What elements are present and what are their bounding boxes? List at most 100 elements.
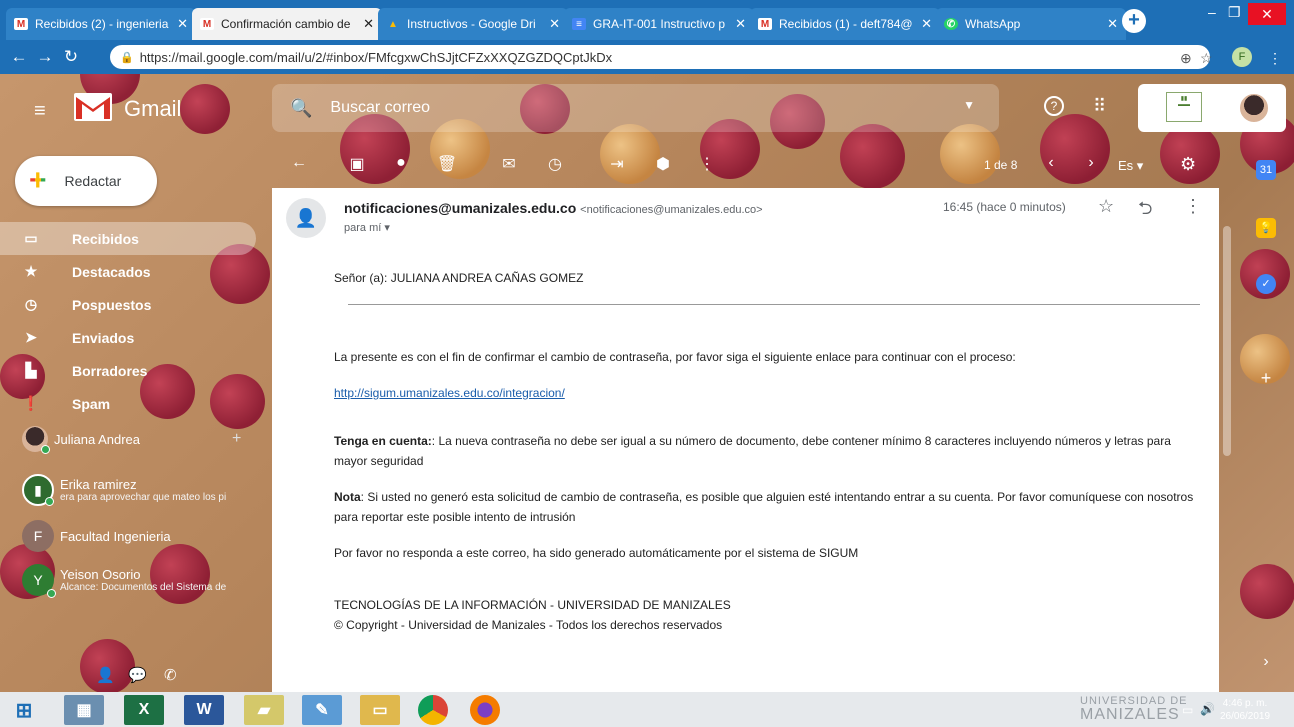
maximize-icon[interactable]: ❐ [1228,4,1241,21]
window-close-button[interactable]: ✕ [1248,3,1286,25]
sender-email: <notificaciones@umanizales.edu.co> [580,204,763,216]
close-icon[interactable]: ✕ [177,16,188,32]
close-icon[interactable]: ✕ [363,16,374,32]
forward-icon[interactable]: → [32,47,58,67]
mark-unread-icon[interactable]: ✉ [498,154,520,176]
recipient-details[interactable]: para mí ▾ [344,221,390,234]
label-icon[interactable]: ⬢ [652,154,674,176]
settings-gear-icon[interactable]: ⚙ [1180,154,1196,175]
contacts-icon[interactable]: 👤 [96,666,115,684]
apps-grid-icon[interactable]: ⠿ [1093,96,1106,117]
star-message-icon[interactable]: ☆ [1098,196,1114,217]
network-icon[interactable]: ▭ [1182,703,1193,717]
main-menu-icon[interactable]: ≡ [34,100,54,123]
help-icon[interactable]: ? [1044,96,1064,116]
file-explorer-icon[interactable]: ▭ [360,695,400,725]
newer-icon[interactable]: ‹ [1040,154,1062,176]
sidebar-item-inbox[interactable]: ▭ Recibidos [0,222,256,255]
sender-line: notificaciones@umanizales.edu.co <notifi… [344,200,763,216]
tab-gra-it-001[interactable]: ≡ GRA-IT-001 Instructivo p ✕ [564,8,754,40]
more-actions-icon[interactable]: ⋮ [696,154,718,176]
avatar-initial: F [33,528,43,544]
calendar-icon[interactable]: 31 [1256,160,1276,180]
paragraph-auto: Por favor no responda a este correo, ha … [334,546,859,560]
delete-icon[interactable]: 🗑 [436,154,458,176]
back-to-inbox-icon[interactable]: ← [288,154,310,176]
chat-contact[interactable]: F Facultad Ingenieria [22,520,171,552]
chrome-icon[interactable] [418,695,448,725]
chrome-menu-icon[interactable]: ⋮ [1268,50,1282,67]
zoom-icon[interactable]: ⊕ [1180,50,1192,67]
new-tab-button[interactable]: + [1122,9,1146,33]
tab-recibidos-ingenieria[interactable]: M Recibidos (2) - ingenieria ✕ [6,8,196,40]
university-logo: ▮▮ ▬▬ [1166,92,1202,122]
sidebar-item-snoozed[interactable]: ◷ Pospuestos [0,288,256,321]
chat-contact[interactable]: Juliana Andrea + [22,426,241,454]
search-options-icon[interactable]: ▼ [963,98,975,112]
hangouts-icon[interactable]: 💬 [128,666,147,684]
compose-plus-icon: + [29,164,47,197]
url-text: https://mail.google.com/mail/u/2/#inbox/… [139,49,613,65]
excel-icon[interactable]: X [124,695,164,725]
gmail-logo [74,93,112,121]
tab-recibidos-deft[interactable]: M Recibidos (1) - deft784@ ✕ [750,8,940,40]
message-more-icon[interactable]: ⋮ [1184,196,1202,217]
tab-whatsapp[interactable]: ✆ WhatsApp ✕ [936,8,1126,40]
search-icon[interactable]: 🔍 [290,98,312,119]
calculator-icon[interactable]: ▦ [64,695,104,725]
tab-confirmacion[interactable]: M Confirmación cambio de ✕ [192,8,382,40]
notepad-icon[interactable]: ✎ [302,695,342,725]
older-icon[interactable]: › [1080,154,1102,176]
tasks-icon[interactable]: ✓ [1256,274,1276,294]
url-field[interactable]: 🔒 https://mail.google.com/mail/u/2/#inbo… [110,45,1210,69]
volume-icon[interactable]: 🔊 [1200,702,1215,716]
chat-contact[interactable]: ▮ Erika ramirez era para aprovechar que … [22,474,226,506]
tab-instructivos-drive[interactable]: ▲ Instructivos - Google Dri ✕ [378,8,568,40]
word-icon[interactable]: W [184,695,224,725]
pagination-count: 1 de 8 [984,158,1018,172]
integration-link[interactable]: http://sigum.umanizales.edu.co/integraci… [334,386,565,400]
chat-contact-name: Facultad Ingenieria [60,528,171,544]
note-security-label: Nota [334,490,361,504]
account-avatar[interactable] [1238,92,1270,124]
close-icon[interactable]: ✕ [1107,16,1118,32]
back-icon[interactable]: ← [6,47,32,67]
windows-start-icon[interactable]: ⊞ [4,695,44,725]
reply-icon[interactable]: ⮌ [1138,196,1152,226]
move-to-icon[interactable]: ⇥ [606,154,628,176]
chat-contact[interactable]: Y Yeison Osorio Alcance: Documentos del … [22,564,226,598]
clock-date: 26/06/2019 [1220,711,1271,722]
keep-icon[interactable]: 💡 [1256,218,1276,238]
account-card[interactable]: ▮▮ ▬▬ [1138,84,1286,132]
divider [348,304,1200,305]
archive-icon[interactable]: ▣ [346,154,368,176]
reload-icon[interactable]: ↻ [58,47,84,67]
tab-title: Recibidos (2) - ingenieria [35,17,169,31]
search-input[interactable]: 🔍 Buscar correo ▼ [272,84,999,132]
close-icon[interactable]: ✕ [549,16,560,32]
phone-icon[interactable]: ✆ [164,666,177,684]
sticky-notes-icon[interactable]: ▰ [244,695,284,725]
close-icon[interactable]: ✕ [735,16,746,32]
sidebar-item-sent[interactable]: ➤ Enviados [0,321,256,354]
lock-icon: 🔒 [120,51,134,64]
sidebar-nav: ▭ Recibidos ★ Destacados ◷ Pospuestos ➤ … [0,222,256,420]
get-addons-icon[interactable]: + [1256,368,1276,388]
scrollbar[interactable] [1223,226,1231,456]
minimize-icon[interactable]: – [1208,4,1216,20]
sidebar-item-spam[interactable]: ❗ Spam [0,387,256,420]
snooze-icon[interactable]: ◷ [544,154,566,176]
compose-button[interactable]: + Redactar [15,156,157,206]
close-icon[interactable]: ✕ [921,16,932,32]
sidebar-item-starred[interactable]: ★ Destacados [0,255,256,288]
expand-panel-icon[interactable]: › [1256,652,1276,672]
add-chat-icon[interactable]: + [232,430,241,448]
note-security: Nota: Si usted no generó esta solicitud … [334,487,1200,527]
input-language-select[interactable]: Es ▾ [1118,158,1143,174]
profile-avatar[interactable]: F [1232,47,1252,67]
bookmark-star-icon[interactable]: ☆ [1200,50,1213,67]
sidebar-item-drafts[interactable]: ▙ Borradores [0,354,256,387]
taskbar-clock[interactable]: 4:46 p. m. 26/06/2019 [1220,697,1270,723]
firefox-icon[interactable] [470,695,500,725]
report-spam-icon[interactable]: ● [390,154,412,176]
